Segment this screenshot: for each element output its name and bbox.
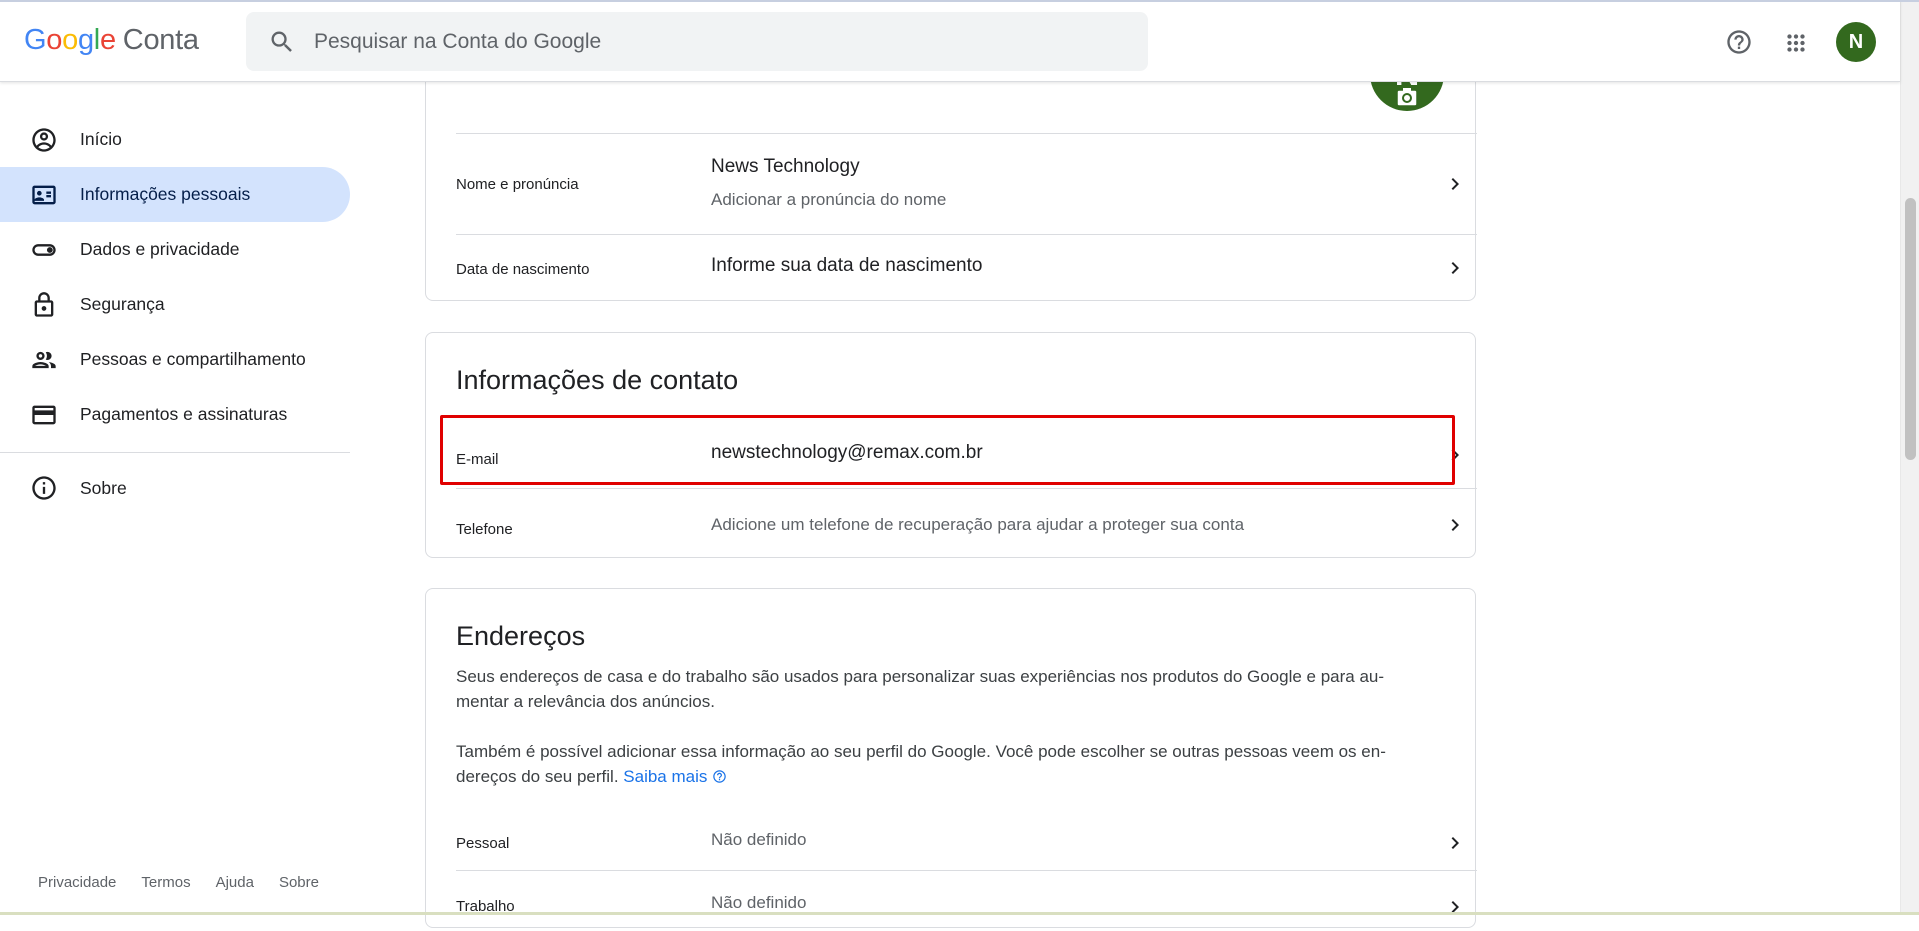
sidebar-item-people-sharing[interactable]: Pessoas e compartilhamento xyxy=(0,332,350,387)
footer-link-help[interactable]: Ajuda xyxy=(216,874,254,891)
name-value: News Technology xyxy=(711,156,860,177)
scrollbar-thumb[interactable] xyxy=(1905,198,1916,460)
account-avatar[interactable]: N xyxy=(1836,22,1876,62)
footer-link-privacy[interactable]: Privacidade xyxy=(38,874,116,891)
camera-icon[interactable] xyxy=(1393,85,1421,109)
sidebar-item-about[interactable]: Sobre xyxy=(0,463,350,513)
sidebar-item-label: Pagamentos e assinaturas xyxy=(80,404,288,424)
toggle-icon xyxy=(32,243,56,256)
chevron-right-icon xyxy=(1451,519,1459,531)
footer-links: Privacidade Termos Ajuda Sobre xyxy=(38,874,319,891)
sidebar-item-data-privacy[interactable]: Dados e privacidade xyxy=(0,222,350,277)
contact-info-card: Informações de contato E-mail newstechno… xyxy=(425,332,1477,558)
name-row[interactable]: Nome e pronúncia News Technology Adicion… xyxy=(456,134,1477,234)
account-circle-icon xyxy=(32,127,56,152)
work-address-row[interactable]: Trabalho Não definido xyxy=(456,871,1477,931)
addresses-card: Endereços Seus endereços de casa e do tr… xyxy=(425,588,1477,931)
home-address-row[interactable]: Pessoal Não definido xyxy=(456,807,1477,871)
chevron-right-icon xyxy=(1451,901,1459,913)
phone-row[interactable]: Telefone Adicione um telefone de recuper… xyxy=(456,489,1477,557)
birthday-row[interactable]: Data de nascimento Informe sua data de n… xyxy=(456,235,1477,302)
info-icon xyxy=(32,476,56,500)
apps-grid-icon[interactable] xyxy=(1783,30,1809,56)
footer-link-about[interactable]: Sobre xyxy=(279,874,319,891)
lock-icon xyxy=(34,291,54,317)
sidebar-item-personal-info[interactable]: Informações pessoais xyxy=(0,167,350,222)
id-card-icon xyxy=(32,185,56,204)
sidebar-item-payments[interactable]: Pagamentos e assinaturas xyxy=(0,387,350,442)
logo-letter: g xyxy=(77,24,94,56)
contact-title: Informações de contato xyxy=(456,365,739,395)
work-address-value: Não definido xyxy=(711,893,807,912)
sidebar-divider xyxy=(0,452,350,453)
logo-suffix: Conta xyxy=(122,24,199,56)
addresses-description: Seus endereços de casa e do trabalho são… xyxy=(456,667,1385,711)
page-scrollbar[interactable] xyxy=(1900,0,1919,915)
name-pronunciation: Adicionar a pronúncia do nome xyxy=(711,190,947,209)
sidebar-item-label: Início xyxy=(80,129,122,149)
email-label: E-mail xyxy=(456,451,499,468)
sidebar-item-label: Pessoas e compartilhamento xyxy=(80,349,306,369)
sidebar-item-label: Dados e privacidade xyxy=(80,239,240,259)
email-row[interactable]: E-mail newstechnology@remax.com.br xyxy=(456,419,1477,487)
sidebar-item-label: Sobre xyxy=(80,477,127,498)
logo-letter: e xyxy=(99,24,116,56)
search-icon[interactable] xyxy=(268,28,296,56)
home-address-label: Pessoal xyxy=(456,835,510,852)
chevron-right-icon xyxy=(1451,449,1459,461)
top-app-bar: Google Conta N xyxy=(0,0,1900,82)
phone-label: Telefone xyxy=(456,521,513,538)
help-icon[interactable] xyxy=(1725,28,1753,56)
birthday-value: Informe sua data de nascimento xyxy=(711,255,983,276)
sidebar-nav: Início Informações pessoais Dados e priv… xyxy=(0,112,350,513)
people-icon xyxy=(32,351,56,368)
chevron-right-icon xyxy=(1451,262,1459,274)
search-input[interactable] xyxy=(314,29,1114,54)
logo-letter: o xyxy=(62,24,78,56)
help-circle-icon[interactable] xyxy=(712,769,727,784)
search-box[interactable] xyxy=(246,12,1148,71)
google-account-logo[interactable]: Google Conta xyxy=(24,24,199,57)
sidebar-item-label: Segurança xyxy=(80,294,165,314)
logo-letter: o xyxy=(46,24,63,56)
logo-letter: G xyxy=(24,24,47,56)
addresses-title: Endereços xyxy=(456,621,586,651)
name-label: Nome e pronúncia xyxy=(456,176,579,193)
home-address-value: Não definido xyxy=(711,830,807,849)
sidebar-item-security[interactable]: Segurança xyxy=(0,277,350,332)
addresses-profile-description: Também é possível adicionar essa informa… xyxy=(456,739,1436,789)
profile-description-text: Também é possível adicionar essa informa… xyxy=(456,742,1386,786)
credit-card-icon xyxy=(32,405,56,424)
learn-more-link[interactable]: Saiba mais xyxy=(623,767,707,786)
email-value: newstechnology@remax.com.br xyxy=(711,442,983,463)
footer-link-terms[interactable]: Termos xyxy=(141,874,190,891)
chevron-right-icon xyxy=(1451,837,1459,849)
phone-value: Adicione um telefone de recuperação para… xyxy=(711,515,1245,534)
sidebar-item-home[interactable]: Início xyxy=(0,112,350,167)
sidebar-item-label: Informações pessoais xyxy=(80,184,251,204)
birthday-label: Data de nascimento xyxy=(456,261,590,278)
chevron-right-icon xyxy=(1451,178,1459,190)
